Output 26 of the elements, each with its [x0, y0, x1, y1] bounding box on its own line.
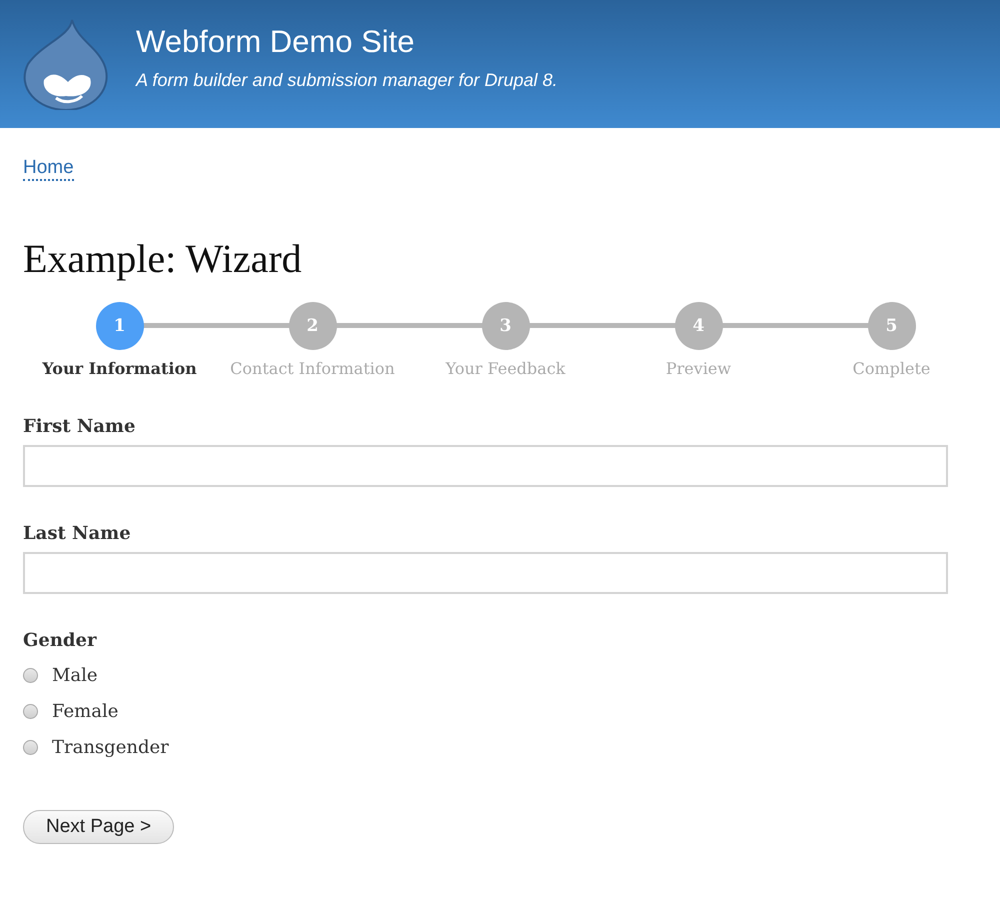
- next-page-button[interactable]: Next Page >: [23, 810, 174, 844]
- radio-button[interactable]: [23, 668, 38, 683]
- step-number: 3: [482, 302, 530, 350]
- field-label: Gender: [23, 630, 98, 651]
- step-label: Contact Information: [230, 358, 395, 378]
- step-label: Your Feedback: [446, 358, 566, 378]
- step-number: 5: [868, 302, 916, 350]
- step-number: 2: [288, 302, 336, 350]
- page-title: Example: Wizard: [23, 234, 303, 282]
- step-number: 4: [674, 302, 722, 350]
- radio-button[interactable]: [23, 740, 38, 755]
- input-field[interactable]: [23, 552, 948, 594]
- radio-label: Transgender: [52, 736, 169, 758]
- step-label: Your Information: [42, 358, 197, 378]
- field-label: Last Name: [23, 522, 132, 544]
- step-label: Preview: [666, 358, 732, 378]
- input-field[interactable]: [23, 444, 948, 487]
- site-slogan: A form builder and submission manager for Drupal 8.: [136, 70, 558, 90]
- site-name[interactable]: Webform Demo Site: [136, 24, 558, 60]
- breadcrumb-link[interactable]: Home: [23, 158, 74, 181]
- radio-label: Male: [52, 664, 98, 686]
- radio-label: Female: [52, 700, 118, 722]
- radio-button[interactable]: [23, 704, 38, 719]
- step-label: Complete: [852, 358, 930, 378]
- field-label: First Name: [23, 416, 136, 437]
- step-number: 1: [96, 302, 144, 350]
